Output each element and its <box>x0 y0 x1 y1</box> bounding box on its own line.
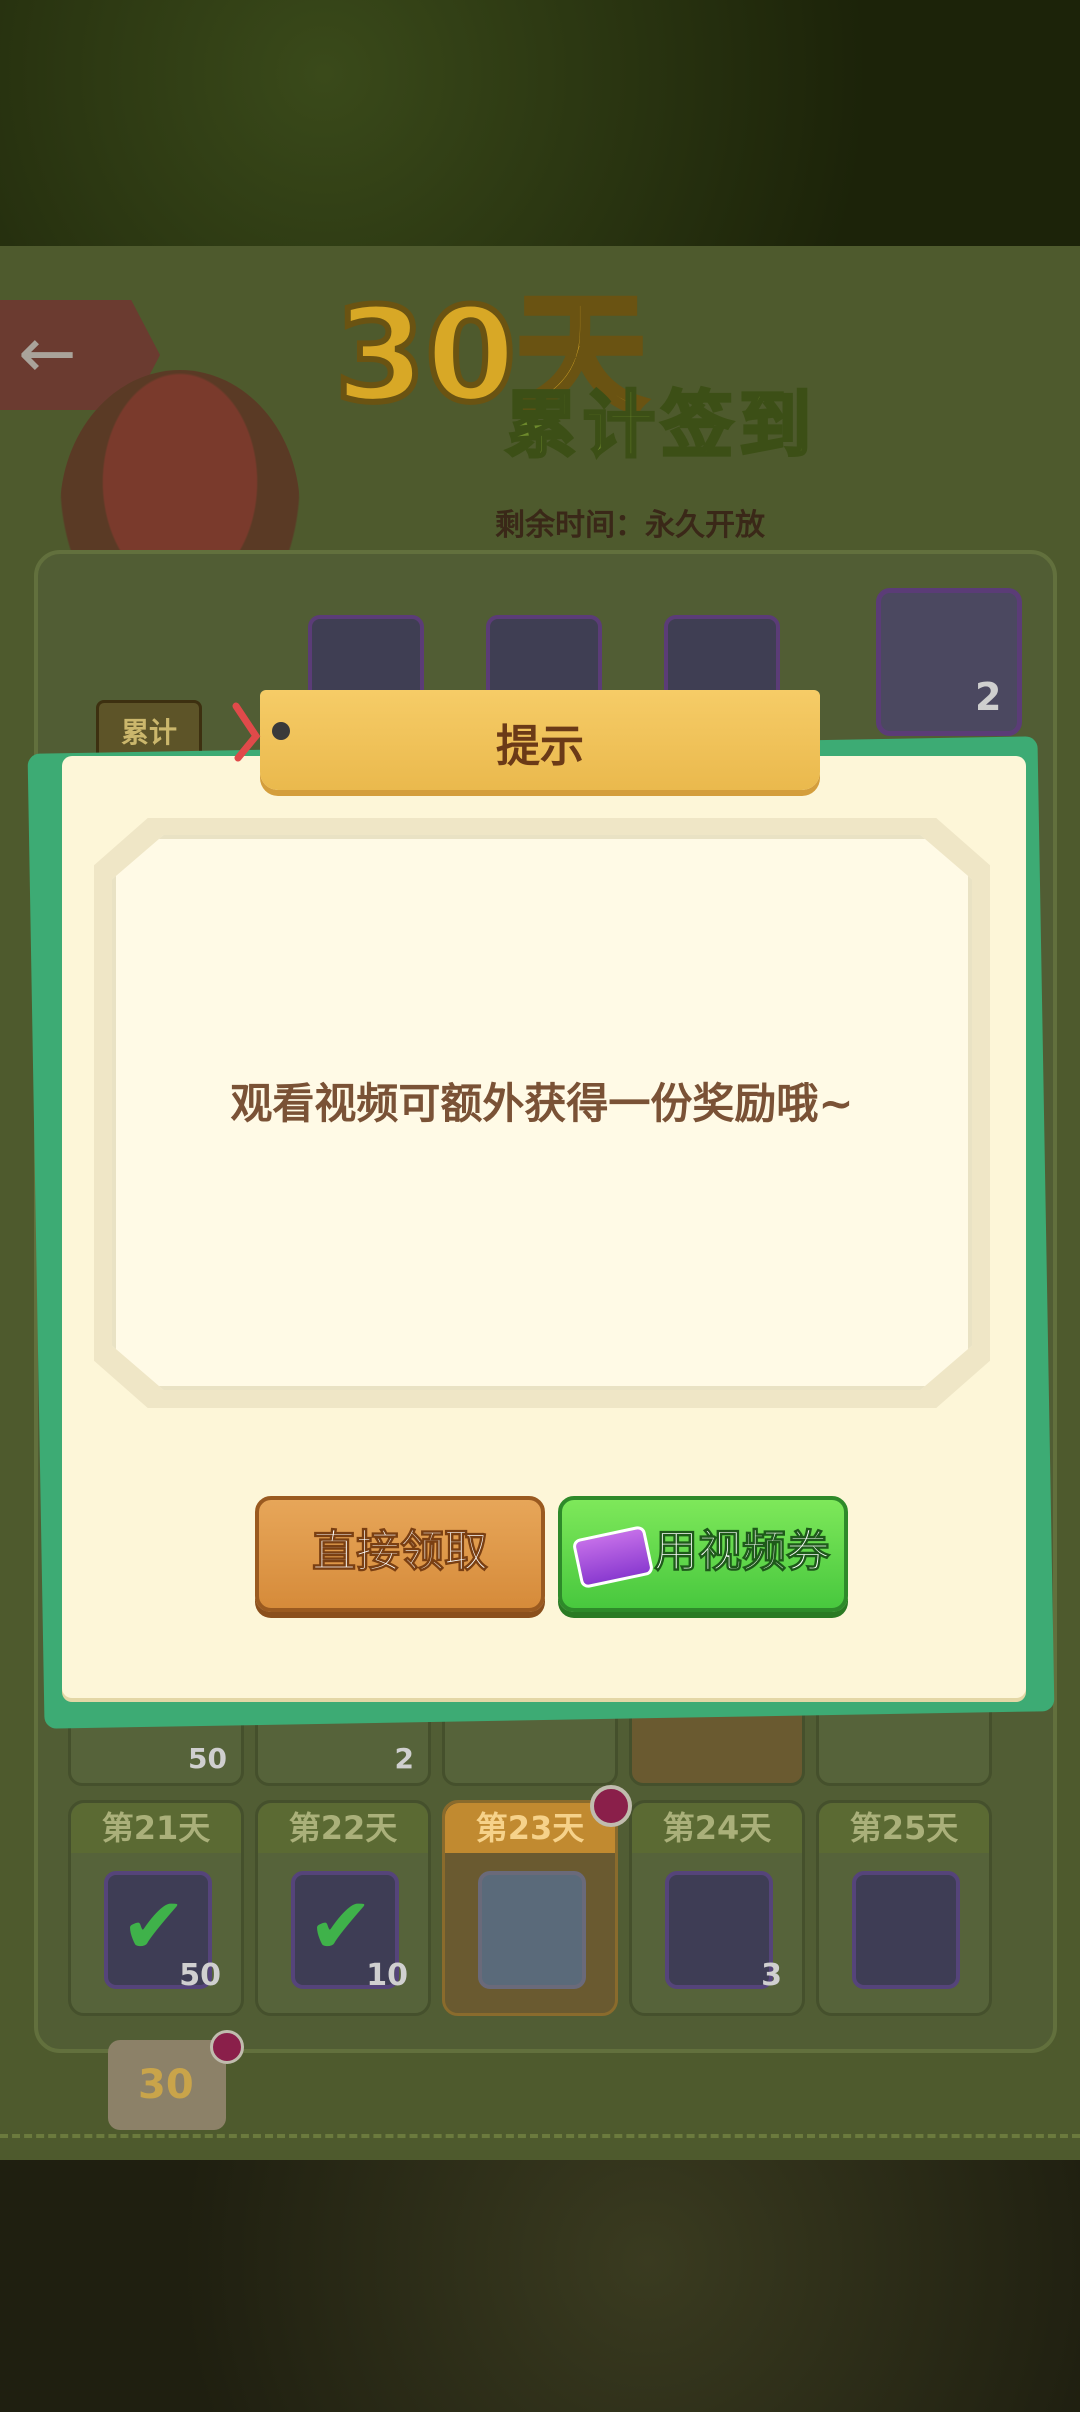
video-button-label: 用视频券 <box>654 1526 831 1578</box>
day-cell-22[interactable]: 第22天 ✔ 10 <box>255 1800 431 2016</box>
reward-count: 10 <box>366 1958 408 1993</box>
claim-directly-button[interactable]: 直接领取 <box>255 1496 545 1612</box>
reward-count: 50 <box>179 1958 221 1993</box>
calendar-icon-text: 30 <box>138 2062 194 2108</box>
use-video-ticket-button[interactable]: 用视频券 <box>558 1496 848 1612</box>
day-label: 第25天 <box>819 1803 989 1853</box>
day-label: 第24天 <box>632 1803 802 1853</box>
reward-count: 2 <box>394 1742 414 1775</box>
reward-potion-icon <box>852 1871 960 1989</box>
day-label: 第21天 <box>71 1803 241 1853</box>
reward-count: 3 <box>761 1958 782 1993</box>
notification-dot <box>590 1785 632 1827</box>
day-label: 第22天 <box>258 1803 428 1853</box>
game-scene-background <box>0 0 1080 246</box>
video-ticket-icon <box>571 1524 655 1590</box>
game-scene-background <box>0 2160 1080 2412</box>
check-icon: ✔ <box>121 1882 187 1972</box>
back-arrow-icon: ← <box>18 312 77 394</box>
day-cell-21[interactable]: 第21天 ✔ 50 <box>68 1800 244 2016</box>
reward-ticket-icon <box>665 1871 773 1989</box>
title-cumulative-checkin: 累计签到 <box>503 383 818 467</box>
accumulated-tag-label: 累计 <box>120 716 177 749</box>
reward-flower-icon <box>478 1871 586 1989</box>
check-icon: ✔ <box>308 1882 374 1972</box>
calendar-icon[interactable]: 30 <box>108 2040 226 2130</box>
day-cell-25[interactable]: 第25天 <box>816 1800 992 2016</box>
day-cell-23[interactable]: 第23天 <box>442 1800 618 2016</box>
reward-count: 50 <box>188 1742 227 1775</box>
panel-divider <box>0 2134 1080 2138</box>
notification-dot <box>210 2030 244 2064</box>
remaining-time-label: 剩余时间：永久开放 <box>495 508 765 543</box>
day-cell-24[interactable]: 第24天 3 <box>629 1800 805 2016</box>
dialog-title: 提示 <box>496 721 584 772</box>
big-reward-count: 2 <box>975 675 1002 719</box>
dialog-message: 观看视频可额外获得一份奖励哦~ <box>230 1079 854 1128</box>
